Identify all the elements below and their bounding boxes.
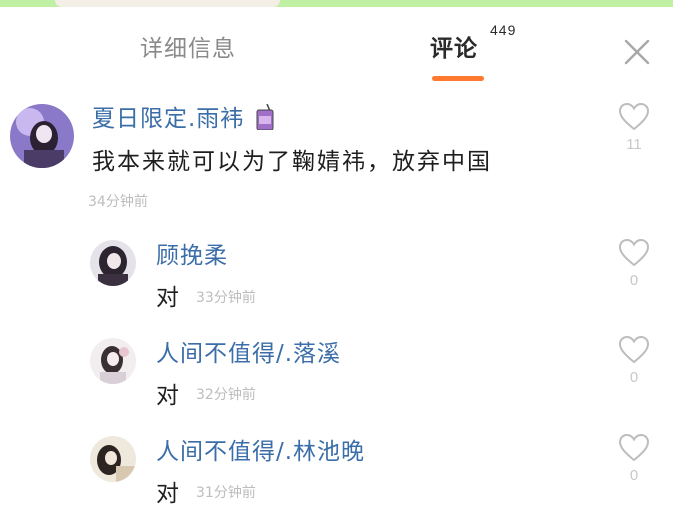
like-button[interactable]: 0 [616,238,652,289]
avatar[interactable] [10,104,74,168]
reply-time: 32分钟前 [196,387,256,403]
like-count: 0 [629,272,639,289]
reply-username[interactable]: 人间不值得/.落溪 [156,334,341,368]
tab-comments-label: 评论 [430,36,478,62]
comment-username[interactable]: 夏日限定.雨袆 [92,99,275,133]
like-count: 0 [629,467,639,484]
reply-text: 对 [156,383,181,409]
like-button[interactable]: 0 [616,433,652,484]
like-button[interactable]: 0 [616,335,652,386]
comment-username-label: 夏日限定.雨袆 [92,106,245,132]
avatar[interactable] [90,338,136,384]
reply-username[interactable]: 顾挽柔 [156,236,228,270]
tab-details[interactable]: 详细信息 [140,29,236,63]
avatar[interactable] [90,436,136,482]
heart-icon [618,102,650,131]
comment-count: 449 [490,22,517,38]
like-button[interactable]: 11 [616,102,652,153]
reply-time: 33分钟前 [196,290,256,306]
cover-art [55,0,280,7]
drink-icon [256,103,274,131]
reply-time: 31分钟前 [196,485,256,501]
like-count: 0 [629,369,639,386]
tab-bar: 详细信息 评论 449 [0,7,673,85]
tab-details-label: 详细信息 [140,36,236,62]
cover-image-strip [0,0,673,7]
tab-comments[interactable]: 评论 449 [430,22,515,63]
reply-username[interactable]: 人间不值得/.林池晚 [156,432,365,466]
close-button[interactable] [620,35,654,69]
heart-icon [618,238,650,267]
heart-icon [618,433,650,462]
heart-icon [618,335,650,364]
reply-text: 对 [156,481,181,507]
avatar[interactable] [90,240,136,286]
comment-time: 34分钟前 [88,194,148,210]
close-icon [624,39,650,65]
comment-text: 我本来就可以为了鞠婧祎，放弃中国 [92,149,492,175]
reply-text: 对 [156,285,181,311]
active-tab-indicator [432,76,484,81]
like-count: 11 [626,136,642,153]
